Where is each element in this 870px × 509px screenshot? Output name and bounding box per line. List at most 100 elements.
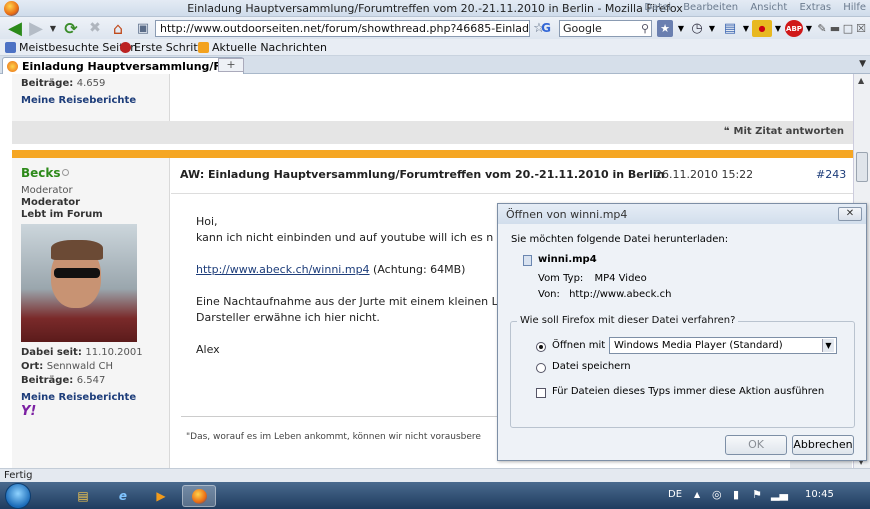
message-line: Eine Nachtaufnahme aus der Jurte mit ein… <box>196 295 498 308</box>
dialog-close-button[interactable]: ✕ <box>838 207 862 221</box>
adblock-icon[interactable]: ABP <box>785 20 803 37</box>
file-type-label: Vom Typ: <box>538 273 584 284</box>
beitraege-label: Beiträge: <box>21 375 74 386</box>
bookmark-erste-schritte[interactable]: Erste Schritte <box>120 41 209 54</box>
new-tab-button[interactable]: + <box>218 58 244 72</box>
tab-favicon-icon <box>7 61 18 72</box>
file-source-label: Von: <box>538 289 560 300</box>
explorer-folder-icon[interactable]: ▤ <box>66 485 100 507</box>
horizontal-scrollbar[interactable] <box>790 461 852 468</box>
tray-signal-icon[interactable]: ▂▄ <box>771 488 788 501</box>
minimize-icon[interactable]: ▬ <box>829 20 841 37</box>
maximize-icon[interactable]: □ <box>842 20 854 37</box>
reload-icon[interactable]: ⟳ <box>62 19 80 38</box>
quote-reply-button[interactable]: ❝ Mit Zitat antworten <box>724 126 844 137</box>
bookmarks-toolbar: Meistbesuchte Seiten Erste Schritte Aktu… <box>0 39 870 56</box>
prev-beitraege-value: 4.659 <box>76 78 106 89</box>
dropdown-icon[interactable]: ▼ <box>676 20 686 37</box>
bookmark-label: Aktuelle Nachrichten <box>212 41 327 54</box>
home-icon[interactable]: ⌂ <box>108 19 128 38</box>
save-file-radio[interactable] <box>536 363 546 373</box>
prev-reiseberichte-link[interactable]: Meine Reiseberichte <box>21 95 136 106</box>
prev-post-userinfo: Beiträge: 4.659 Meine Reiseberichte <box>12 74 170 121</box>
internet-explorer-icon[interactable]: e <box>106 485 140 507</box>
quote-icon: ❝ <box>723 126 730 137</box>
message-line: kann ich nicht einbinden und auf youtube… <box>196 231 494 244</box>
menu-bearbeiten[interactable]: Bearbeiten <box>683 2 738 13</box>
tray-battery-icon[interactable]: ▮ <box>733 488 739 501</box>
media-player-icon[interactable]: ▶ <box>144 485 178 507</box>
dropdown-icon-4[interactable]: ▼ <box>773 20 783 37</box>
scroll-thumb[interactable] <box>856 152 868 182</box>
post-userinfo: Becks Moderator Moderator Lebt im Forum … <box>12 158 170 468</box>
dropdown-icon-5[interactable]: ▼ <box>804 20 814 37</box>
prev-beitraege-label: Beiträge: <box>21 78 74 89</box>
action-group: Wie soll Firefox mit dieser Datei verfah… <box>510 315 855 428</box>
ort-value: Sennwald CH <box>46 361 114 372</box>
post-username[interactable]: Becks <box>21 166 61 180</box>
offline-status-icon <box>62 169 69 176</box>
tray-flag-icon[interactable]: ⚑ <box>752 488 762 501</box>
back-arrow-icon[interactable]: ◀ <box>4 18 26 39</box>
bookmark-meistbesuchte[interactable]: Meistbesuchte Seiten <box>5 41 137 54</box>
dialog-filename: winni.mp4 <box>538 254 597 265</box>
dropdown-icon-3[interactable]: ▼ <box>741 20 751 37</box>
ok-button[interactable]: OK <box>725 435 787 455</box>
menu-extras[interactable]: Extras <box>799 2 831 13</box>
firebug-icon[interactable]: ● <box>752 20 772 37</box>
firefox-logo-icon <box>191 488 207 504</box>
firefox-taskbar-icon[interactable] <box>182 485 216 507</box>
screen-grab-icon[interactable]: ▤ <box>720 20 740 37</box>
signature-name: Alex <box>196 343 220 356</box>
start-button-icon[interactable] <box>5 483 31 509</box>
save-file-label: Datei speichern <box>552 361 631 372</box>
application-select[interactable]: Windows Media Player (Standard) ▼ <box>609 337 837 354</box>
open-with-radio[interactable] <box>536 342 546 352</box>
google-search-engine-icon[interactable]: G <box>534 19 558 37</box>
addon-star-icon[interactable]: ★ <box>657 20 673 37</box>
bookmark-aktuelle-nachrichten[interactable]: Aktuelle Nachrichten <box>198 41 327 54</box>
always-checkbox[interactable] <box>536 388 546 398</box>
navigation-toolbar: ◀ ▶ ▼ ⟳ ✖ ⌂ ▣ http://www.outdoorseiten.n… <box>0 17 870 39</box>
status-bar: Fertig <box>0 468 870 482</box>
menu-datei[interactable]: Datei <box>644 2 671 13</box>
tab-list-dropdown-icon[interactable]: ▼ <box>859 59 866 69</box>
url-bar[interactable]: http://www.outdoorseiten.net/forum/showt… <box>155 20 530 37</box>
clock-icon[interactable]: ◷ <box>688 20 706 37</box>
menu-bar: Datei Bearbeiten Ansicht Extras Hilfe <box>635 2 866 13</box>
language-indicator[interactable]: DE <box>668 489 682 500</box>
post-number-link[interactable]: #243 <box>816 168 846 181</box>
user-rank: Moderator <box>21 197 81 208</box>
user-title: Moderator <box>21 185 73 196</box>
action-group-label: Wie soll Firefox mit dieser Datei verfah… <box>517 315 739 326</box>
menu-hilfe[interactable]: Hilfe <box>843 2 866 13</box>
menu-ansicht[interactable]: Ansicht <box>750 2 787 13</box>
user-avatar <box>21 224 137 342</box>
forward-arrow-icon[interactable]: ▶ <box>26 18 46 39</box>
dabei-label: Dabei seit: <box>21 347 82 358</box>
open-with-label: Öffnen mit <box>552 340 606 351</box>
close-window-icon[interactable]: ☒ <box>855 20 867 37</box>
message-line: Darsteller erwähne ich hier nicht. <box>196 311 380 324</box>
dialog-title-bar: Öffnen von winni.mp4 ✕ <box>498 204 866 224</box>
tab-active[interactable]: Einladung Hauptversammlung/Forumtr... <box>2 57 244 75</box>
yahoo-icon[interactable]: Y! <box>21 404 36 419</box>
stop-icon[interactable]: ✖ <box>86 19 104 37</box>
search-icon[interactable]: ⚲ <box>638 19 652 37</box>
scroll-up-icon[interactable]: ▲ <box>858 76 864 85</box>
avatar-hair <box>51 240 103 260</box>
dropdown-icon-2[interactable]: ▼ <box>707 20 717 37</box>
tools-icon[interactable]: ✎ <box>816 20 828 37</box>
dabei-value: 11.10.2001 <box>85 347 143 358</box>
cancel-button[interactable]: Abbrechen <box>792 435 854 455</box>
rss-feed-icon <box>198 42 209 53</box>
video-link[interactable]: http://www.abeck.ch/winni.mp4 <box>196 263 370 276</box>
tray-network-icon[interactable]: ◎ <box>712 488 722 501</box>
reiseberichte-link[interactable]: Meine Reiseberichte <box>21 392 136 403</box>
taskbar-clock[interactable]: 10:45 <box>805 489 834 500</box>
tray-arrow-icon[interactable]: ▲ <box>694 490 700 499</box>
link-note: (Achtung: 64MB) <box>369 263 466 276</box>
history-dropdown-icon[interactable]: ▼ <box>48 19 58 37</box>
window-title-bar: Einladung Hauptversammlung/Forumtreffen … <box>0 0 870 17</box>
chevron-down-icon[interactable]: ▼ <box>822 339 834 352</box>
